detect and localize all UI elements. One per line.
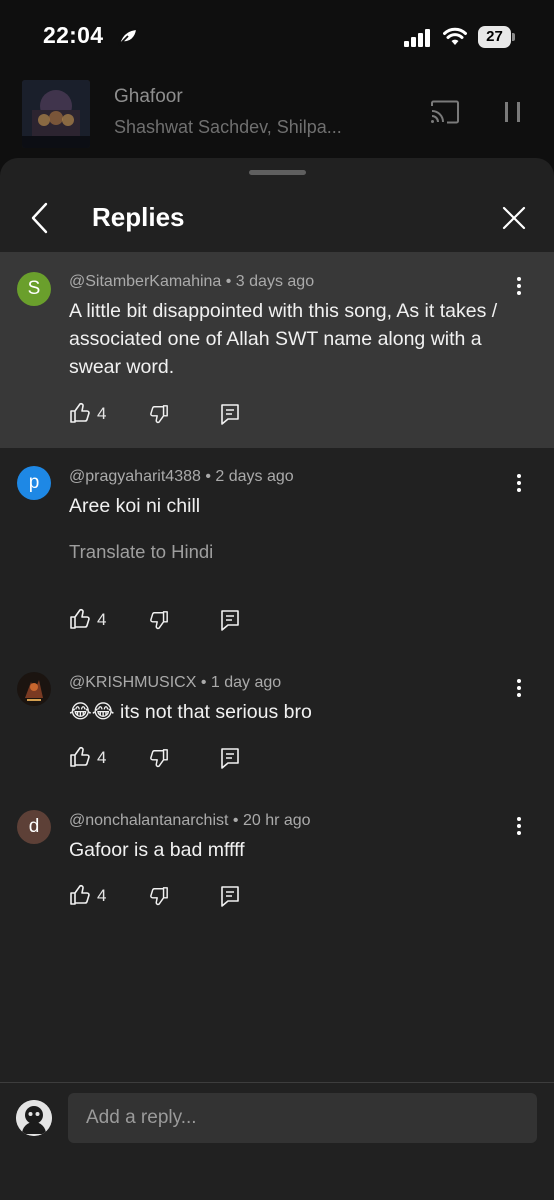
comment-text: Gafoor is a bad mffff <box>69 839 245 861</box>
mini-player[interactable]: Ghafoor Shashwat Sachdev, Shilpa... <box>0 72 554 158</box>
action-row: 4 <box>69 608 269 632</box>
comment-text: A little bit disappointed with this song… <box>69 300 498 378</box>
wifi-icon <box>443 27 467 52</box>
track-title[interactable]: Ghafoor <box>114 86 183 108</box>
drag-handle[interactable] <box>249 170 306 175</box>
album-art <box>22 80 90 148</box>
signal-icon <box>404 29 432 52</box>
replies-sheet: Replies S @SitamberKamahina • 3 days ago… <box>0 158 554 1200</box>
status-time: 22:04 <box>43 22 104 48</box>
avatar[interactable] <box>17 672 51 706</box>
like-icon[interactable] <box>69 884 91 911</box>
comment-item: S @SitamberKamahina • 3 days ago A littl… <box>0 252 554 448</box>
action-row: 4 <box>69 746 269 770</box>
comment-text: Aree koi ni chill <box>69 495 201 517</box>
comment-text: 😂😂 its not that serious bro <box>69 701 312 723</box>
reply-icon[interactable] <box>220 403 240 430</box>
leaf-icon <box>117 27 139 52</box>
reply-icon[interactable] <box>220 747 240 774</box>
divider <box>0 1082 554 1083</box>
avatar[interactable]: S <box>17 272 51 306</box>
like-icon[interactable] <box>69 608 91 635</box>
back-icon[interactable] <box>28 201 52 235</box>
comment-item: d @nonchalantanarchist • 20 hr ago Gafoo… <box>0 792 554 932</box>
like-count: 4 <box>97 886 107 905</box>
more-vert-icon[interactable] <box>516 473 524 493</box>
pause-icon[interactable] <box>504 101 522 128</box>
dislike-icon[interactable] <box>149 886 169 911</box>
more-vert-icon[interactable] <box>516 276 524 296</box>
avatar[interactable]: d <box>17 810 51 844</box>
sheet-title: Replies <box>92 202 185 232</box>
avatar[interactable]: p <box>17 466 51 500</box>
action-row: 4 <box>69 884 269 908</box>
dislike-icon[interactable] <box>149 610 169 635</box>
translate-link[interactable]: Translate to Hindi <box>69 541 213 563</box>
comment-meta[interactable]: @KRISHMUSICX • 1 day ago <box>69 674 281 692</box>
like-count: 4 <box>97 610 107 629</box>
like-count: 4 <box>97 404 107 423</box>
comment-item: @KRISHMUSICX • 1 day ago 😂😂 its not that… <box>0 654 554 794</box>
dislike-icon[interactable] <box>149 404 169 429</box>
status-bar: 22:04 27 <box>0 0 554 72</box>
reply-icon[interactable] <box>220 885 240 912</box>
user-avatar[interactable] <box>16 1100 52 1136</box>
reply-input[interactable] <box>68 1093 537 1143</box>
battery-cap <box>512 33 515 41</box>
reply-icon[interactable] <box>220 609 240 636</box>
dislike-icon[interactable] <box>149 748 169 773</box>
like-icon[interactable] <box>69 402 91 429</box>
like-count: 4 <box>97 748 107 767</box>
comment-meta[interactable]: @nonchalantanarchist • 20 hr ago <box>69 812 311 830</box>
comment-meta[interactable]: @pragyaharit4388 • 2 days ago <box>69 468 294 486</box>
battery-icon: 27 <box>478 26 516 48</box>
comment-item: p @pragyaharit4388 • 2 days ago Aree koi… <box>0 448 554 648</box>
track-artist[interactable]: Shashwat Sachdev, Shilpa... <box>114 117 342 138</box>
like-icon[interactable] <box>69 746 91 773</box>
comment-meta[interactable]: @SitamberKamahina • 3 days ago <box>69 273 314 291</box>
more-vert-icon[interactable] <box>516 816 524 836</box>
more-vert-icon[interactable] <box>516 678 524 698</box>
battery-level: 27 <box>478 26 511 48</box>
cast-icon[interactable] <box>430 100 460 129</box>
action-row: 4 <box>69 402 269 426</box>
close-icon[interactable] <box>502 206 526 230</box>
